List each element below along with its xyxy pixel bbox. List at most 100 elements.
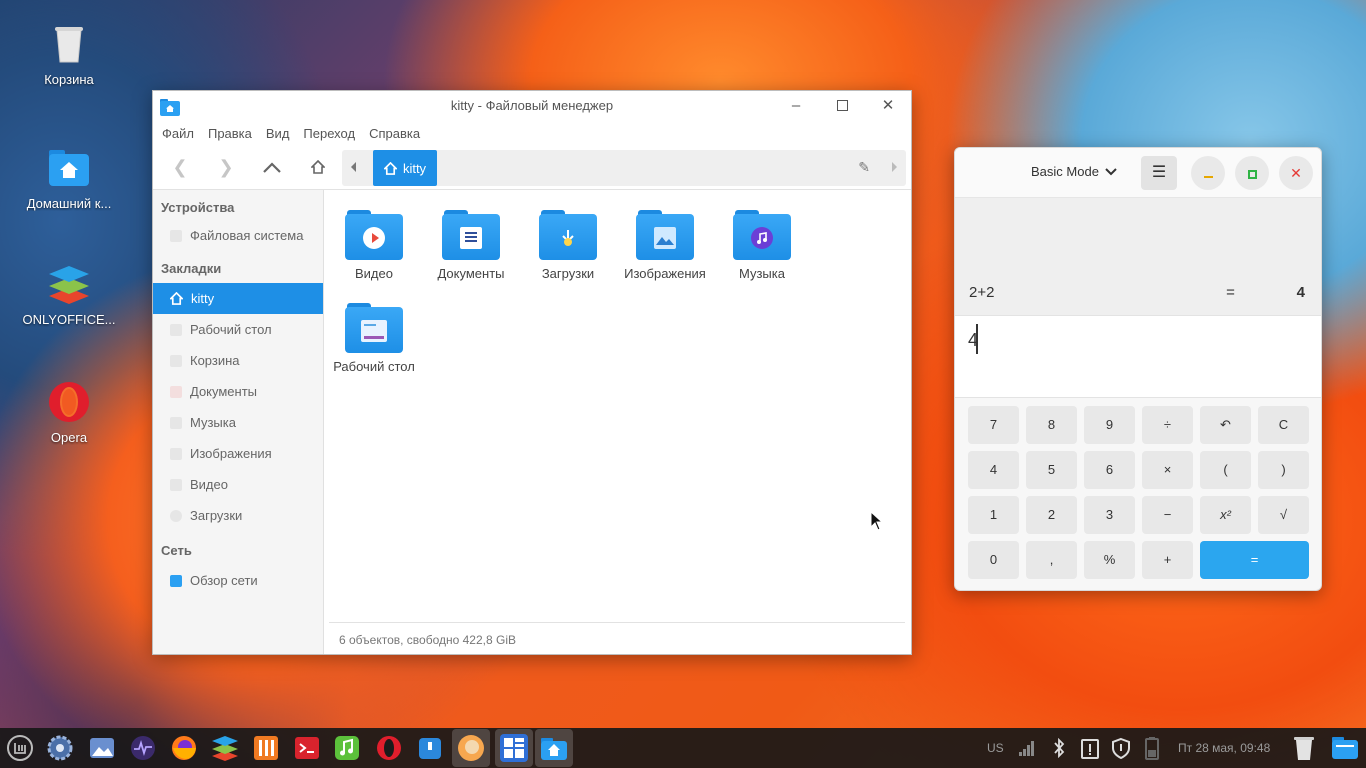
maximize-button[interactable] — [831, 96, 853, 116]
terminal-icon[interactable] — [293, 734, 321, 762]
file-label: Рабочий стол — [333, 359, 415, 374]
key-1[interactable]: 1 — [968, 496, 1019, 534]
key-subtract[interactable]: − — [1142, 496, 1193, 534]
folder-pictures[interactable]: Изображения — [619, 210, 711, 281]
onlyoffice-icon[interactable] — [211, 734, 239, 762]
sidebar-item-pictures[interactable]: Изображения — [153, 438, 323, 469]
key-4[interactable]: 4 — [968, 451, 1019, 489]
firefox-private-task[interactable] — [452, 729, 490, 767]
home-button[interactable] — [304, 153, 332, 181]
key-sqrt[interactable]: √ — [1258, 496, 1309, 534]
sidebar-item-downloads[interactable]: Загрузки — [153, 500, 323, 531]
folder-music[interactable]: Музыка — [716, 210, 808, 281]
mode-selector[interactable]: Basic Mode — [1031, 164, 1117, 179]
minimize-button[interactable]: – — [785, 96, 807, 116]
update-manager-icon[interactable] — [1080, 737, 1100, 759]
key-decimal[interactable]: , — [1026, 541, 1077, 579]
sidebar-item-music[interactable]: Музыка — [153, 407, 323, 438]
folder-documents[interactable]: Документы — [425, 210, 517, 281]
folder-downloads[interactable]: Загрузки — [522, 210, 614, 281]
calculator-input[interactable]: 4 — [955, 316, 1321, 398]
trash-icon[interactable] — [1291, 734, 1317, 762]
calculator-task[interactable] — [495, 729, 533, 767]
sidebar-item-network[interactable]: Обзор сети — [153, 565, 323, 596]
sidebar-item-documents[interactable]: Документы — [153, 376, 323, 407]
menu-button[interactable]: ☰ — [1141, 156, 1177, 190]
key-0[interactable]: 0 — [968, 541, 1019, 579]
equalizer-app-icon[interactable] — [252, 734, 280, 762]
calculator-header[interactable]: Basic Mode ☰ ✕ — [955, 148, 1321, 198]
key-9[interactable]: 9 — [1084, 406, 1135, 444]
battery-icon[interactable] — [1143, 736, 1161, 760]
key-add[interactable]: + — [1142, 541, 1193, 579]
trash-icon — [170, 354, 182, 367]
opera-icon[interactable] — [375, 734, 403, 762]
calculator-icon — [500, 734, 528, 762]
archive-manager-icon[interactable] — [416, 734, 444, 762]
image-viewer-icon[interactable] — [88, 734, 116, 762]
menu-help[interactable]: Справка — [369, 126, 420, 141]
sidebar-item-videos[interactable]: Видео — [153, 469, 323, 500]
folder-desktop[interactable]: Рабочий стол — [328, 303, 420, 374]
menu-bar: Файл Правка Вид Переход Справка — [153, 121, 911, 145]
menu-edit[interactable]: Правка — [208, 126, 252, 141]
bluetooth-icon[interactable] — [1052, 738, 1066, 758]
file-manager-task[interactable] — [535, 729, 573, 767]
close-button[interactable]: ✕ — [1279, 156, 1313, 190]
key-multiply[interactable]: × — [1142, 451, 1193, 489]
back-button[interactable]: ❮ — [166, 153, 194, 181]
show-desktop-icon[interactable] — [1330, 735, 1360, 761]
close-button[interactable]: ✕ — [877, 96, 899, 116]
key-percent[interactable]: % — [1084, 541, 1135, 579]
breadcrumb-kitty[interactable]: kitty — [373, 150, 437, 186]
title-bar[interactable]: kitty - Файловый менеджер – ✕ — [153, 91, 911, 121]
key-square[interactable]: x² — [1200, 496, 1251, 534]
history-entry[interactable]: 2+2 = 4 — [969, 284, 1305, 301]
edit-path-icon[interactable]: ✎ — [858, 159, 870, 176]
up-button[interactable] — [258, 153, 286, 181]
minimize-button[interactable] — [1191, 156, 1225, 190]
sidebar-item-label: Изображения — [190, 446, 272, 461]
desktop-icon-opera[interactable]: Opera — [19, 380, 119, 445]
menu-go[interactable]: Переход — [303, 126, 355, 141]
key-2[interactable]: 2 — [1026, 496, 1077, 534]
sidebar-item-trash[interactable]: Корзина — [153, 345, 323, 376]
key-8[interactable]: 8 — [1026, 406, 1077, 444]
key-5[interactable]: 5 — [1026, 451, 1077, 489]
settings-gear-icon[interactable] — [46, 734, 74, 762]
path-scroll-left-icon[interactable] — [351, 162, 356, 172]
desktop-icon-onlyoffice[interactable]: ONLYOFFICE... — [19, 262, 119, 327]
key-close-paren[interactable]: ) — [1258, 451, 1309, 489]
sidebar-item-kitty[interactable]: kitty — [153, 283, 323, 314]
shield-icon[interactable] — [1110, 737, 1132, 759]
home-icon — [383, 161, 397, 175]
folder-videos[interactable]: Видео — [328, 210, 420, 281]
clock[interactable]: Пт 28 мая, 09:48 — [1178, 728, 1270, 768]
path-scroll-right-icon[interactable] — [892, 162, 897, 172]
key-6[interactable]: 6 — [1084, 451, 1135, 489]
maximize-button[interactable] — [1235, 156, 1269, 190]
sidebar-item-desktop[interactable]: Рабочий стол — [153, 314, 323, 345]
mouse-cursor-icon — [870, 511, 884, 531]
menu-view[interactable]: Вид — [266, 126, 290, 141]
network-signal-icon[interactable] — [1018, 739, 1036, 757]
key-clear[interactable]: C — [1258, 406, 1309, 444]
forward-button[interactable]: ❯ — [212, 153, 240, 181]
desktop-icon-trash[interactable]: Корзина — [19, 22, 119, 87]
key-7[interactable]: 7 — [968, 406, 1019, 444]
system-monitor-icon[interactable] — [129, 734, 157, 762]
key-undo[interactable]: ↶ — [1200, 406, 1251, 444]
firefox-icon[interactable] — [170, 734, 198, 762]
mint-menu-icon[interactable] — [6, 734, 34, 762]
music-player-icon[interactable] — [333, 734, 361, 762]
key-equals[interactable]: = — [1200, 541, 1309, 579]
sidebar-item-label: Музыка — [190, 415, 236, 430]
key-3[interactable]: 3 — [1084, 496, 1135, 534]
key-divide[interactable]: ÷ — [1142, 406, 1193, 444]
mode-label: Basic Mode — [1031, 164, 1099, 179]
sidebar-item-filesystem[interactable]: Файловая система — [153, 220, 323, 251]
desktop-icon-home[interactable]: Домашний к... — [19, 146, 119, 211]
keyboard-layout[interactable]: US — [987, 728, 1004, 768]
key-open-paren[interactable]: ( — [1200, 451, 1251, 489]
menu-file[interactable]: Файл — [162, 126, 194, 141]
